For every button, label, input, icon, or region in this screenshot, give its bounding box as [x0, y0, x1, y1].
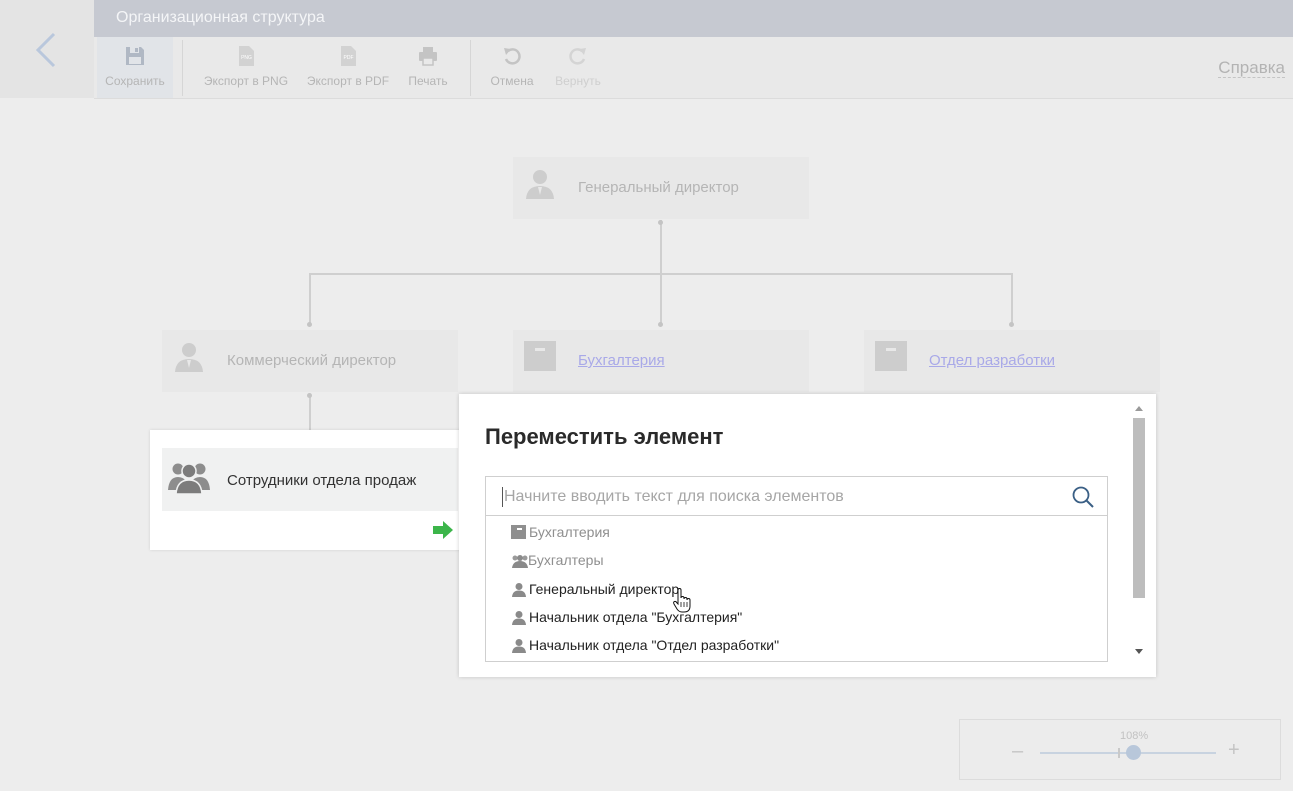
list-item-label: Генеральный директор	[529, 581, 680, 597]
floppy-disk-icon	[126, 47, 144, 65]
move-element-dialog: Переместить элемент Бухгалтерия Бухгалте…	[459, 394, 1156, 677]
redo-button[interactable]: Вернуть	[550, 37, 606, 98]
export-pdf-button[interactable]: PDF Экспорт в PDF	[303, 37, 393, 98]
connector-dot	[307, 393, 312, 398]
department-icon	[524, 341, 556, 371]
node-label: Сотрудники отдела продаж	[227, 472, 417, 489]
selected-node-card: Сотрудники отдела продаж	[150, 430, 465, 550]
connector-line	[309, 273, 311, 325]
person-icon	[512, 583, 526, 597]
zoom-out-button[interactable]: –	[1012, 740, 1023, 763]
print-label: Печать	[408, 74, 448, 88]
toolbar-separator	[470, 40, 471, 96]
node-link-accounting[interactable]: Бухгалтерия	[578, 352, 665, 369]
dialog-title: Переместить элемент	[485, 424, 724, 449]
export-png-button[interactable]: PNG Экспорт в PNG	[200, 37, 292, 98]
title-bar: Организационная структура	[94, 0, 1293, 37]
list-item-label: Бухгалтерия	[529, 524, 610, 540]
toolbar-separator	[182, 40, 183, 96]
connector-dot	[1009, 322, 1014, 327]
node-label: Коммерческий директор	[227, 352, 397, 369]
scroll-up-icon[interactable]	[1133, 404, 1145, 414]
pdf-badge: PDF	[344, 55, 354, 61]
zoom-control: 108% – +	[959, 719, 1281, 780]
search-box	[485, 476, 1108, 516]
node-sales-staff[interactable]: Сотрудники отдела продаж	[162, 448, 458, 511]
person-icon	[512, 611, 526, 625]
scrollbar-thumb[interactable]	[1133, 418, 1145, 598]
redo-icon	[569, 48, 586, 65]
group-icon	[512, 555, 528, 568]
zoom-level: 108%	[1120, 730, 1149, 742]
png-file-icon: PNG	[239, 46, 254, 66]
list-item-label: Бухгалтеры	[528, 552, 604, 568]
connector-line	[1011, 273, 1013, 325]
pdf-file-icon: PDF	[341, 46, 356, 66]
department-icon	[511, 525, 526, 539]
help-link[interactable]: Справка	[1218, 59, 1285, 78]
node-label: Генеральный директор	[578, 179, 739, 196]
save-button[interactable]: Сохранить	[97, 37, 173, 98]
export-png-label: Экспорт в PNG	[203, 74, 289, 88]
search-input[interactable]	[502, 485, 1066, 509]
node-commercial-director[interactable]: Коммерческий директор	[162, 330, 458, 392]
list-item-label: Начальник отдела "Отдел разработки"	[529, 637, 780, 653]
search-icon[interactable]	[1071, 485, 1095, 509]
undo-button[interactable]: Отмена	[486, 37, 538, 98]
connector-dot	[307, 322, 312, 327]
node-general-director[interactable]: Генеральный директор	[513, 157, 809, 219]
undo-label: Отмена	[490, 74, 534, 88]
person-icon	[512, 639, 526, 653]
list-item-label: Начальник отдела "Бухгалтерия"	[529, 609, 743, 625]
node-link-development[interactable]: Отдел разработки	[929, 352, 1055, 369]
back-strip	[0, 0, 94, 98]
department-icon	[875, 341, 907, 371]
person-icon	[526, 170, 554, 199]
hand-cursor-icon	[673, 588, 691, 613]
zoom-in-button[interactable]: +	[1228, 739, 1240, 762]
toolbar: Сохранить PNG Экспорт в PNG PDF Экспорт …	[94, 37, 1293, 99]
arrow-right-icon	[433, 521, 453, 539]
zoom-slider-handle[interactable]	[1126, 745, 1141, 760]
redo-label: Вернуть	[555, 74, 601, 88]
back-arrow-icon[interactable]	[32, 30, 60, 70]
save-label: Сохранить	[105, 74, 165, 88]
search-results-list: Бухгалтерия Бухгалтеры Генеральный дирек…	[485, 515, 1108, 662]
undo-icon	[504, 48, 521, 65]
group-icon	[168, 463, 210, 494]
zoom-default-tick	[1118, 748, 1120, 758]
person-icon	[175, 343, 203, 372]
page-title: Организационная структура	[116, 9, 325, 26]
connector-dot	[658, 322, 663, 327]
printer-icon	[419, 47, 437, 66]
connector-line	[309, 273, 1013, 275]
print-button[interactable]: Печать	[402, 37, 454, 98]
node-accounting[interactable]: Бухгалтерия	[513, 330, 809, 392]
png-badge: PNG	[241, 55, 252, 61]
node-development[interactable]: Отдел разработки	[864, 330, 1160, 392]
connector-dot	[658, 220, 663, 225]
export-pdf-label: Экспорт в PDF	[306, 74, 390, 88]
text-caret	[502, 487, 503, 507]
scroll-down-icon[interactable]	[1133, 646, 1145, 656]
